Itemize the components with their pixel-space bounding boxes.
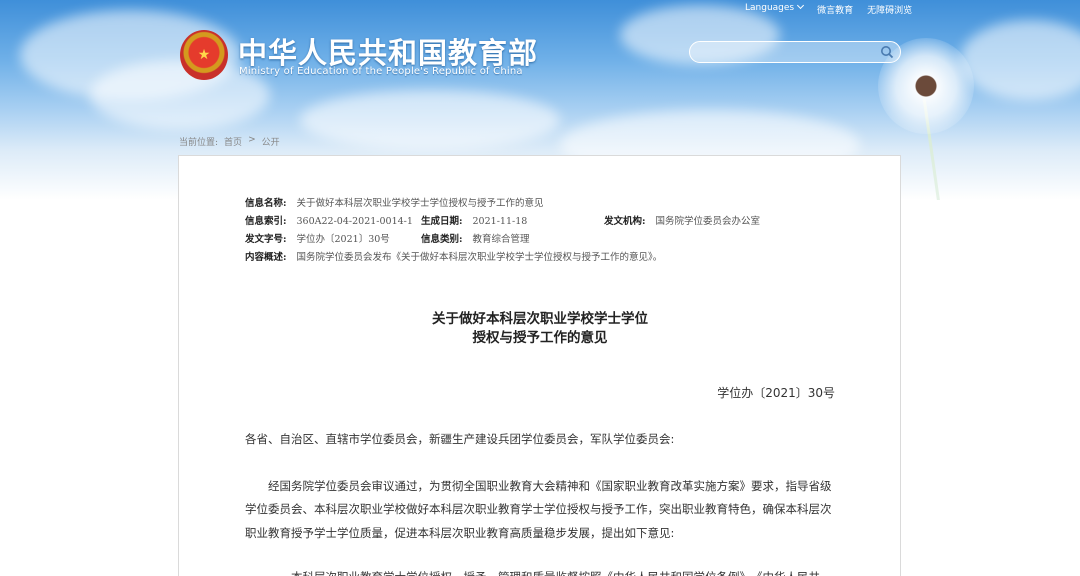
breadcrumb: 当前位置: 首页 > 公开 [179,135,280,148]
meta-category-label: 信息类别: [421,234,463,245]
meta-row-category: 信息类别: 教育综合管理 [421,231,530,245]
search-input[interactable] [690,44,870,65]
document-title-line2: 授权与授予工作的意见 [472,330,608,346]
meta-index-label: 信息索引: [245,216,287,227]
meta-row-name: 信息名称: 关于做好本科层次职业学校学士学位授权与授予工作的意见 [245,195,544,209]
meta-row-date: 生成日期: 2021-11-18 [421,213,527,227]
meta-org-value: 国务院学位委员会办公室 [655,216,761,227]
meta-org-label: 发文机构: [604,216,646,227]
meta-category-value: 教育综合管理 [472,234,530,245]
meta-summary-label: 内容概述: [245,252,287,263]
meta-row-index: 信息索引: 360A22-04-2021-0014-1 [245,213,413,227]
document-title-line1: 关于做好本科层次职业学校学士学位 [432,311,648,327]
document-number: 学位办〔2021〕30号 [717,386,835,400]
wechat-link[interactable]: 微言教育 [817,3,853,16]
breadcrumb-current[interactable]: 公开 [262,135,280,148]
meta-date-value: 2021-11-18 [472,216,528,227]
meta-index-value: 360A22-04-2021-0014-1 [296,216,413,227]
meta-date-label: 生成日期: [421,216,463,227]
meta-docno-label: 发文字号: [245,234,287,245]
document-paragraph-1: 经国务院学位委员会审议通过，为贯彻全国职业教育大会精神和《国家职业教育改革实施方… [245,479,832,540]
search-box [689,41,901,65]
accessibility-link[interactable]: 无障碍浏览 [867,3,912,16]
national-emblem-icon: ★ [180,30,228,80]
meta-docno-value: 学位办〔2021〕30号 [296,234,390,245]
chevron-down-icon [797,1,805,10]
search-icon[interactable] [880,45,894,59]
breadcrumb-label: 当前位置: [179,138,219,148]
breadcrumb-separator: > [248,135,256,145]
meta-name-value: 关于做好本科层次职业学校学士学位授权与授予工作的意见 [296,198,544,209]
breadcrumb-home[interactable]: 首页 [224,135,242,148]
languages-label: Languages [745,3,795,13]
meta-row-summary: 内容概述: 国务院学位委员会发布《关于做好本科层次职业学校学士学位授权与授予工作的… [245,249,662,263]
top-nav: Languages 微言教育 无障碍浏览 [745,1,912,16]
document-paragraph-2: 一、本科层次职业教育学士学位授权、授予、管理和质量监督按照《中华人民共和国学位条… [245,566,835,576]
site-subtitle: Ministry of Education of the People's Re… [239,66,523,77]
document-salutation: 各省、自治区、直辖市学位委员会，新疆生产建设兵团学位委员会，军队学位委员会: [245,432,675,446]
meta-name-label: 信息名称: [245,198,287,209]
languages-menu[interactable]: Languages [745,1,805,16]
meta-row-docno: 发文字号: 学位办〔2021〕30号 [245,231,390,245]
meta-row-org: 发文机构: 国务院学位委员会办公室 [604,213,760,227]
meta-summary-value: 国务院学位委员会发布《关于做好本科层次职业学校学士学位授权与授予工作的意见》。 [296,252,663,263]
